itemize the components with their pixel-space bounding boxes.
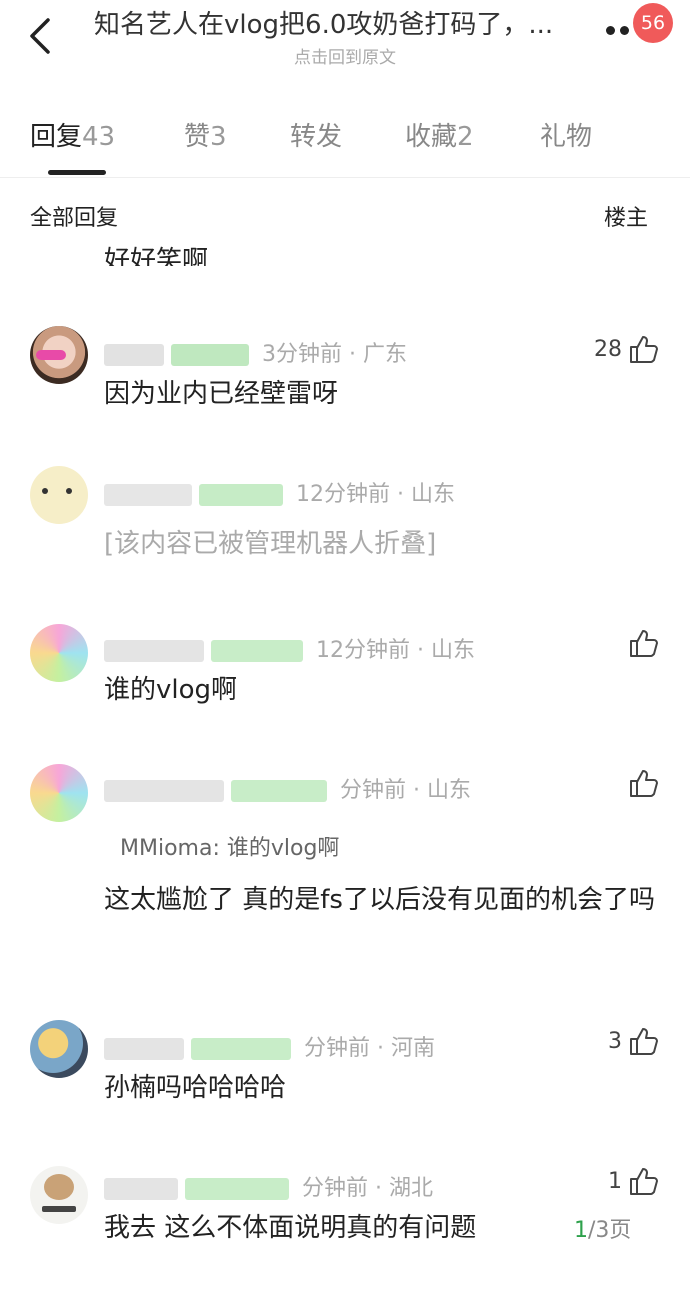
comment-meta: 3分钟前 · 广东: [104, 336, 407, 368]
blurred-badge: [191, 1038, 291, 1060]
top-bar: 知名艺人在vlog把6.0攻奶爸打码了，... 点击回到原文 56: [0, 0, 690, 80]
comment-meta: 分钟前 · 湖北: [104, 1170, 433, 1202]
blurred-username: [104, 344, 164, 366]
blurred-badge: [171, 344, 249, 366]
avatar[interactable]: [30, 1166, 88, 1224]
blurred-badge: [185, 1178, 289, 1200]
thumbs-up-icon: [630, 630, 658, 657]
comment-meta: 分钟前 · 山东: [104, 772, 471, 804]
back-to-post-link[interactable]: 点击回到原文: [0, 43, 690, 68]
thumbs-up-icon: [630, 1028, 658, 1055]
avatar[interactable]: [30, 624, 88, 682]
avatar[interactable]: [30, 764, 88, 822]
thumbs-up-icon: [630, 770, 658, 797]
blurred-badge: [211, 640, 303, 662]
notification-badge[interactable]: 56: [633, 3, 673, 43]
tab-gifts[interactable]: 礼物: [540, 116, 592, 153]
tab-reposts[interactable]: 转发: [290, 116, 342, 153]
comment-body: 孙楠吗哈哈哈哈: [104, 1073, 287, 1103]
tab-likes[interactable]: 赞3: [184, 116, 227, 153]
clipped-comment-text: 好好笑啊: [104, 246, 209, 266]
like-button[interactable]: 1: [608, 1164, 660, 1198]
comment-time-location: 12分钟前 · 山东: [316, 638, 475, 663]
blurred-badge: [231, 780, 327, 802]
comment-body: 谁的vlog啊: [104, 675, 238, 705]
blurred-username: [104, 640, 204, 662]
more-icon[interactable]: [606, 26, 636, 38]
comment-time-location: 分钟前 · 湖北: [302, 1176, 433, 1201]
comment-meta: 分钟前 · 河南: [104, 1030, 435, 1062]
comment-time-location: 分钟前 · 山东: [340, 778, 471, 803]
tab-replies[interactable]: 回复43: [30, 116, 115, 153]
blurred-badge: [199, 484, 283, 506]
tab-bar: 回复43 赞3 转发 收藏2 礼物: [0, 112, 690, 178]
page-indicator[interactable]: 1/3页: [574, 1212, 631, 1244]
like-button[interactable]: [628, 766, 660, 800]
active-tab-indicator: [48, 170, 106, 175]
comment-body: 这太尴尬了 真的是fs了以后没有见面的机会了吗: [104, 885, 655, 915]
comment-time-location: 3分钟前 · 广东: [262, 342, 407, 367]
blurred-username: [104, 1178, 178, 1200]
comment-body: 因为业内已经壁雷呀: [104, 379, 339, 409]
avatar[interactable]: [30, 326, 88, 384]
poster-only-filter[interactable]: 楼主: [604, 200, 648, 232]
like-count: 28: [594, 336, 622, 362]
current-page: 1: [574, 1218, 588, 1243]
blurred-username: [104, 484, 192, 506]
blurred-username: [104, 1038, 184, 1060]
like-count: 3: [608, 1028, 622, 1054]
total-pages: /3页: [588, 1218, 632, 1243]
reply-section-header: 全部回复 楼主: [30, 200, 660, 232]
like-button[interactable]: [628, 626, 660, 660]
comment-time-location: 分钟前 · 河南: [304, 1036, 435, 1061]
like-count: 1: [608, 1168, 622, 1194]
page-title[interactable]: 知名艺人在vlog把6.0攻奶爸打码了，...: [94, 4, 600, 41]
avatar[interactable]: [30, 466, 88, 524]
like-button[interactable]: 3: [608, 1024, 660, 1058]
tab-favorites[interactable]: 收藏2: [405, 116, 474, 153]
thumbs-up-icon: [630, 1168, 658, 1195]
all-replies-label[interactable]: 全部回复: [30, 206, 118, 231]
comment-meta: 12分钟前 · 山东: [104, 476, 455, 508]
comment-time-location: 12分钟前 · 山东: [296, 482, 455, 507]
comment-body: [该内容已被管理机器人折叠]: [104, 529, 437, 559]
blurred-username: [104, 780, 224, 802]
like-button[interactable]: 28: [594, 332, 660, 366]
avatar[interactable]: [30, 1020, 88, 1078]
thumbs-up-icon: [630, 336, 658, 363]
quoted-reply[interactable]: MMioma: 谁的vlog啊: [120, 830, 339, 862]
comment-meta: 12分钟前 · 山东: [104, 632, 475, 664]
